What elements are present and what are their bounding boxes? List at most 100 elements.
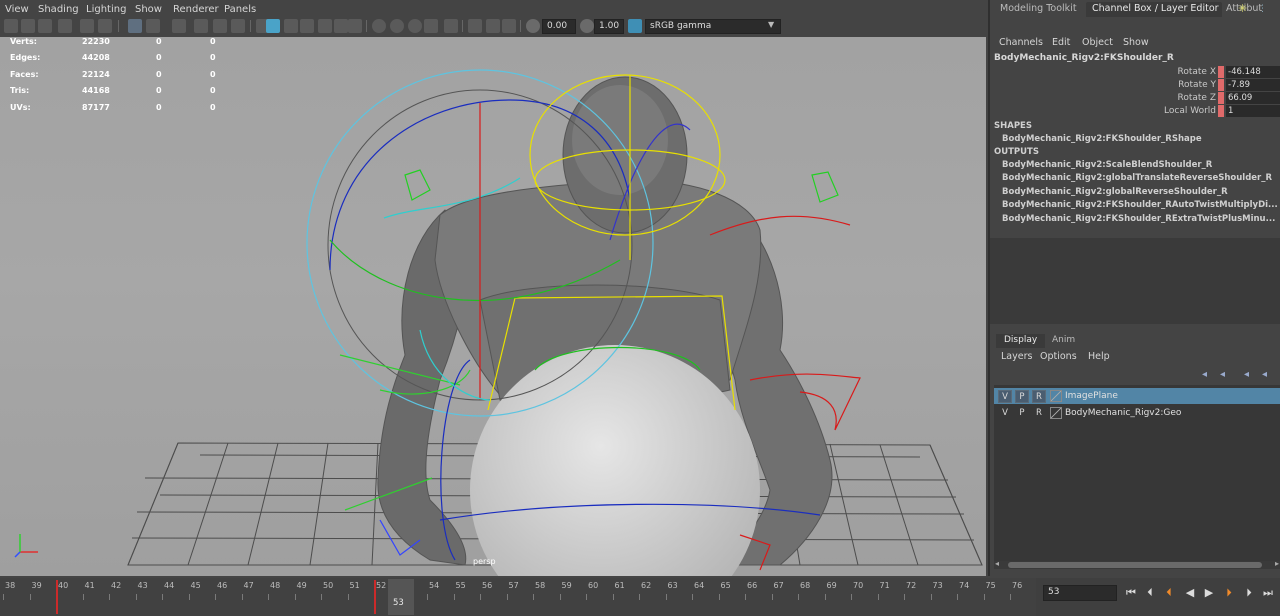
field-chart-icon[interactable] <box>213 19 227 33</box>
timeline-tick-label: 41 <box>84 581 95 590</box>
menu-show[interactable]: Show <box>1123 37 1149 48</box>
grid-icon[interactable] <box>128 19 142 33</box>
step-forward-key-icon[interactable]: ⏵ <box>1222 586 1236 600</box>
play-forwards-icon[interactable]: ▶ <box>1202 586 1216 600</box>
timeline-tick <box>480 594 481 600</box>
timeline-ruler[interactable]: 38 39 40 41 42 43 44 45 46 47 48 49 50 51 52 53 54 55 56 57… <box>0 578 1036 616</box>
layer-reference-toggle[interactable]: R <box>1032 390 1046 403</box>
exposure-icon[interactable] <box>526 19 540 33</box>
gate-mask-icon[interactable] <box>194 19 208 33</box>
timeline-tick <box>215 594 216 600</box>
smooth-shade-icon[interactable] <box>266 19 280 33</box>
layer-color-swatch[interactable] <box>1050 407 1062 419</box>
color-space-dropdown[interactable]: sRGB gamma <box>645 19 781 34</box>
attr-value-local-world[interactable]: 1 <box>1226 105 1280 117</box>
output-item[interactable]: BodyMechanic_Rigv2:globalTranslateRevers… <box>1002 173 1272 183</box>
menu-lighting[interactable]: Lighting <box>86 4 126 15</box>
menu-edit[interactable]: Edit <box>1052 37 1070 48</box>
timeline-tick <box>533 594 534 600</box>
timeline-tick <box>241 594 243 600</box>
color-management-icon[interactable] <box>628 19 642 33</box>
layer-row-geo[interactable]: V P R BodyMechanic_Rigv2:Geo <box>994 405 1280 421</box>
menu-layers[interactable]: Layers <box>1001 351 1032 362</box>
new-layer-selected-icon[interactable]: ◂ <box>1262 369 1267 380</box>
isolate-select-icon[interactable] <box>444 19 458 33</box>
shadows-icon[interactable] <box>334 19 348 33</box>
depth-of-field-icon[interactable] <box>424 19 438 33</box>
tab-modeling-toolkit[interactable]: Modeling Toolkit <box>1000 2 1086 17</box>
safe-action-icon[interactable] <box>231 19 245 33</box>
tab-display[interactable]: Display <box>996 334 1046 348</box>
current-frame-field[interactable]: 53 <box>1043 585 1117 601</box>
panel-menu-icon[interactable]: ⋮ <box>1258 4 1267 14</box>
menu-shading[interactable]: Shading <box>38 4 79 15</box>
timeline-tick-label: 52 <box>376 581 387 590</box>
backface-culling-icon[interactable] <box>502 19 516 33</box>
layer-visibility-toggle[interactable]: V <box>998 390 1012 403</box>
outputs-header: OUTPUTS <box>994 147 1039 157</box>
layer-reference-toggle[interactable]: R <box>1032 407 1046 420</box>
attr-value-rotate-z[interactable]: 66.09 <box>1226 92 1280 104</box>
layer-playback-toggle[interactable]: P <box>1015 390 1029 403</box>
menu-renderer[interactable]: Renderer <box>173 4 219 15</box>
menu-channels[interactable]: Channels <box>999 37 1043 48</box>
new-layer-icon[interactable]: ◂ <box>1244 369 1249 380</box>
camera-attributes-icon[interactable] <box>21 19 35 33</box>
horizontal-scrollbar[interactable]: ◂ ▸ <box>994 559 1280 569</box>
layer-row-imageplane[interactable]: V P R ImagePlane <box>994 388 1280 404</box>
textured-icon[interactable] <box>300 19 314 33</box>
attr-value-rotate-y[interactable]: -7.89 <box>1226 79 1280 91</box>
gamma-icon[interactable] <box>580 19 594 33</box>
step-forward-frame-icon[interactable]: ⏵ <box>1242 586 1256 600</box>
tab-anim[interactable]: Anim <box>1044 334 1083 348</box>
layer-name[interactable]: BodyMechanic_Rigv2:Geo <box>1065 408 1181 418</box>
step-back-key-icon[interactable]: ⏴ <box>1162 586 1176 600</box>
chevron-down-icon[interactable]: ▼ <box>768 20 774 29</box>
layer-playback-toggle[interactable]: P <box>1015 407 1029 420</box>
bookmark-icon[interactable] <box>38 19 52 33</box>
menu-view[interactable]: View <box>5 4 29 15</box>
output-item[interactable]: BodyMechanic_Rigv2:globalReverseShoulder… <box>1002 187 1228 197</box>
exposure-field[interactable]: 0.00 <box>542 19 576 34</box>
xray-joints-icon[interactable] <box>486 19 500 33</box>
motion-blur-icon[interactable] <box>390 19 404 33</box>
xray-icon[interactable] <box>468 19 482 33</box>
move-layer-down-icon[interactable]: ◂ <box>1220 369 1225 380</box>
layer-name[interactable]: ImagePlane <box>1065 391 1118 401</box>
layer-color-swatch[interactable] <box>1050 390 1062 402</box>
ambient-occlusion-icon[interactable] <box>372 19 386 33</box>
2d-pan-zoom-icon[interactable] <box>80 19 94 33</box>
image-plane-icon[interactable] <box>58 19 72 33</box>
go-to-end-icon[interactable]: ⏭ <box>1261 586 1275 600</box>
select-camera-icon[interactable] <box>4 19 18 33</box>
film-gate-icon[interactable] <box>146 19 160 33</box>
use-all-lights-icon[interactable] <box>318 19 332 33</box>
shape-item[interactable]: BodyMechanic_Rigv2:FKShoulder_RShape <box>1002 134 1202 144</box>
axis-icon[interactable]: ✳ <box>1238 2 1252 16</box>
timeline-tick <box>135 594 137 600</box>
layer-visibility-toggle[interactable]: V <box>998 407 1012 420</box>
output-item[interactable]: BodyMechanic_Rigv2:ScaleBlendShoulder_R <box>1002 160 1212 170</box>
go-to-start-icon[interactable]: ⏮ <box>1124 586 1138 600</box>
tab-channel-box[interactable]: Channel Box / Layer Editor <box>1086 2 1222 17</box>
wireframe-on-shaded-icon[interactable] <box>284 19 298 33</box>
resolution-gate-icon[interactable] <box>172 19 186 33</box>
menu-help[interactable]: Help <box>1088 351 1110 362</box>
attr-value-rotate-x[interactable]: -46.148 <box>1226 66 1280 78</box>
gamma-field[interactable]: 1.00 <box>594 19 624 34</box>
play-backwards-icon[interactable]: ◀ <box>1183 586 1197 600</box>
current-time-marker[interactable] <box>388 579 414 615</box>
grease-pencil-icon[interactable] <box>98 19 112 33</box>
menu-object[interactable]: Object <box>1082 37 1113 48</box>
timeline-tick <box>877 594 879 600</box>
menu-options[interactable]: Options <box>1040 351 1077 362</box>
menu-panels[interactable]: Panels <box>224 4 256 15</box>
move-layer-up-icon[interactable]: ◂ <box>1202 369 1207 380</box>
multisample-aa-icon[interactable] <box>408 19 422 33</box>
output-item[interactable]: BodyMechanic_Rigv2:FKShoulder_RAutoTwist… <box>1002 200 1278 210</box>
menu-show[interactable]: Show <box>135 4 162 15</box>
timeline-tick-label: 75 <box>985 581 996 590</box>
lighting-icon[interactable] <box>348 19 362 33</box>
step-back-frame-icon[interactable]: ⏴ <box>1143 586 1157 600</box>
output-item[interactable]: BodyMechanic_Rigv2:FKShoulder_RExtraTwis… <box>1002 214 1275 224</box>
